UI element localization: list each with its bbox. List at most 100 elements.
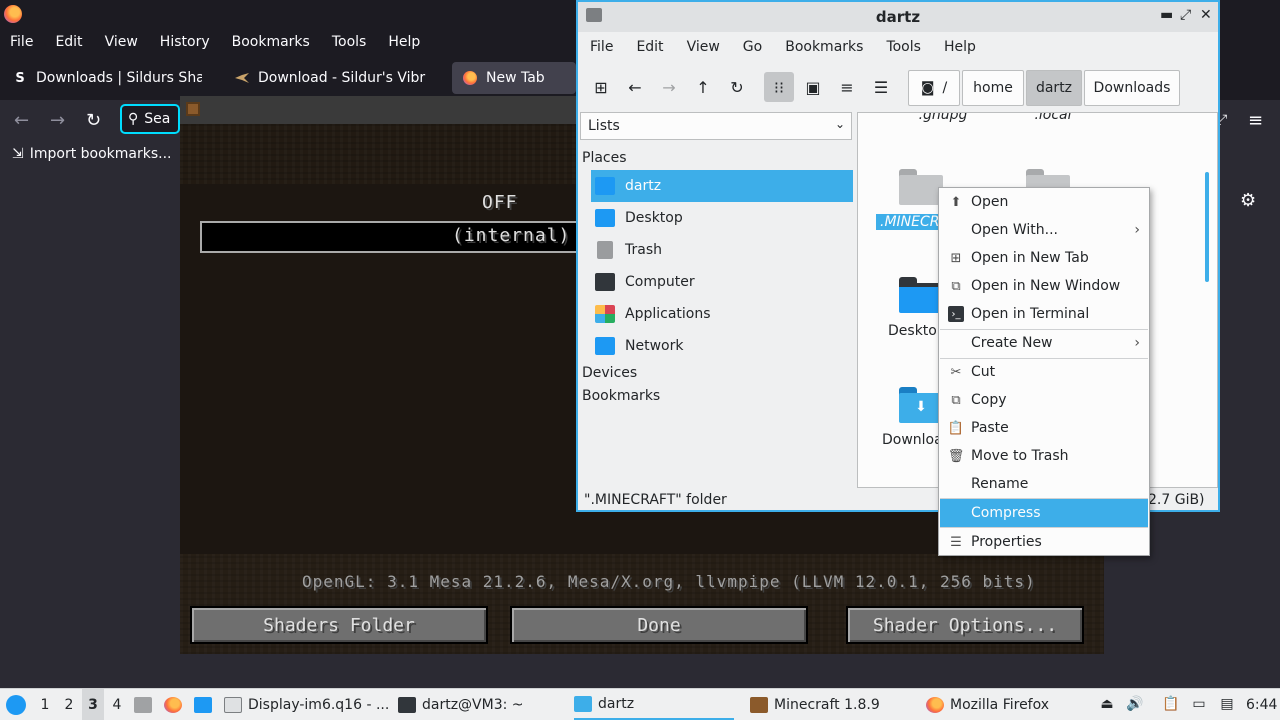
fm-toolbar: ⊞ ← → ↑ ↻ ⁝⁝ ▣ ≡ ☰ ◙ / home dartz Downlo… — [578, 66, 1218, 106]
menu-item-compress[interactable]: Compress — [940, 499, 1148, 527]
downloads-folder-icon[interactable]: ⬇ — [899, 387, 943, 423]
shaders-folder-button[interactable]: Shaders Folder — [190, 606, 488, 644]
place-network[interactable]: Network — [591, 330, 853, 362]
hamburger-menu-icon[interactable]: ≡ — [1248, 110, 1263, 131]
bookmarks-header[interactable]: Bookmarks — [582, 388, 660, 404]
firefox-menu-edit[interactable]: Edit — [55, 34, 82, 50]
place-computer[interactable]: Computer — [591, 266, 853, 298]
menu-item-cut[interactable]: ✂ Cut — [940, 358, 1148, 386]
menu-item-open-new-tab[interactable]: ⊞ Open in New Tab — [940, 244, 1148, 272]
breadcrumb-root[interactable]: ◙ / — [908, 70, 960, 106]
firefox-menu-tools[interactable]: Tools — [332, 34, 367, 50]
task-minecraft[interactable]: Minecraft 1.8.9 — [750, 689, 880, 720]
removable-media-icon[interactable]: ⏏ — [1098, 695, 1116, 713]
breadcrumb-downloads[interactable]: Downloads — [1084, 70, 1180, 106]
firefox-menu-history[interactable]: History — [160, 34, 210, 50]
task-label: Minecraft 1.8.9 — [774, 697, 880, 713]
workspace-4[interactable]: 4 — [106, 689, 128, 720]
fm-menu-view[interactable]: View — [687, 39, 720, 55]
shader-options-button[interactable]: Shader Options... — [846, 606, 1084, 644]
menu-item-open[interactable]: ⬆ Open — [940, 188, 1148, 216]
clock[interactable]: 6:44 — [1246, 689, 1277, 720]
breadcrumb-dartz[interactable]: dartz — [1026, 70, 1082, 106]
volume-icon[interactable]: 🔊 — [1126, 695, 1144, 713]
place-applications[interactable]: Applications — [591, 298, 853, 330]
firefox-menu-help[interactable]: Help — [388, 34, 420, 50]
tab-sildurs-vibrant[interactable]: Download - Sildur's Vibra — [234, 62, 426, 94]
place-trash[interactable]: Trash — [591, 234, 853, 266]
clipboard-icon[interactable]: 📋 — [1162, 695, 1180, 713]
workspace-1[interactable]: 1 — [34, 689, 56, 720]
file-local[interactable]: .local — [1008, 113, 1098, 123]
reload-icon[interactable]: ↻ — [722, 72, 752, 102]
workspace-3[interactable]: 3 — [82, 689, 104, 720]
task-terminal[interactable]: dartz@VM3: ~ — [398, 689, 524, 720]
menu-item-move-to-trash[interactable]: 🗑 Move to Trash — [940, 442, 1148, 470]
network-tray-icon[interactable]: ▭ — [1190, 695, 1208, 713]
reload-icon[interactable]: ↻ — [86, 110, 101, 131]
quicklaunch-firefox[interactable] — [164, 689, 188, 720]
minimize-icon[interactable]: ▬ — [1160, 7, 1173, 23]
close-icon[interactable]: ✕ — [1200, 7, 1212, 23]
terminal-icon: ›_ — [948, 306, 964, 322]
up-arrow-icon[interactable]: ↑ — [688, 72, 718, 102]
menu-item-properties[interactable]: ☰ Properties — [940, 528, 1148, 556]
url-search-input[interactable]: ⚲ Sea — [120, 104, 180, 134]
start-menu-button[interactable] — [6, 689, 26, 720]
task-file-manager[interactable]: dartz — [574, 689, 734, 720]
maximize-icon[interactable]: ⤢ — [1180, 7, 1191, 23]
thumbnail-view-icon[interactable]: ▣ — [798, 72, 828, 102]
file-minecraft[interactable]: .MINECRA — [876, 214, 949, 230]
menu-item-create-new[interactable]: Create New › — [940, 329, 1148, 357]
firefox-menu-file[interactable]: File — [10, 34, 33, 50]
fm-menu-help[interactable]: Help — [944, 39, 976, 55]
menu-item-open-with[interactable]: Open With... › — [940, 216, 1148, 244]
file-gnupg[interactable]: .gnupg — [898, 113, 988, 123]
new-tab-icon[interactable]: ⊞ — [586, 72, 616, 102]
done-button[interactable]: Done — [510, 606, 808, 644]
workspace-2[interactable]: 2 — [58, 689, 80, 720]
menu-item-open-new-window[interactable]: ⧉ Open in New Window — [940, 272, 1148, 300]
place-desktop[interactable]: Desktop — [591, 202, 853, 234]
detailed-list-icon[interactable]: ☰ — [866, 72, 896, 102]
tab-new-tab[interactable]: New Tab — [452, 62, 576, 94]
menu-item-paste[interactable]: 📋 Paste — [940, 414, 1148, 442]
back-arrow-icon[interactable]: ← — [620, 72, 650, 102]
fm-menu-tools[interactable]: Tools — [886, 39, 921, 55]
forward-arrow-icon[interactable]: → — [50, 110, 65, 131]
fm-menu-edit[interactable]: Edit — [636, 39, 663, 55]
quicklaunch-desktop[interactable] — [194, 689, 218, 720]
file-view-scrollbar[interactable] — [1205, 172, 1209, 282]
chevron-right-icon: › — [1134, 335, 1140, 351]
show-desktop-icon[interactable]: ▤ — [1218, 695, 1236, 713]
fm-menu-bookmarks[interactable]: Bookmarks — [785, 39, 863, 55]
firefox-menu-bookmarks[interactable]: Bookmarks — [232, 34, 310, 50]
back-arrow-icon[interactable]: ← — [14, 110, 29, 131]
context-menu: ⬆ Open Open With... › ⊞ Open in New Tab … — [938, 187, 1150, 556]
compact-view-icon[interactable]: ≡ — [832, 72, 862, 102]
firefox-menu-view[interactable]: View — [105, 34, 138, 50]
menu-item-copy[interactable]: ⧉ Copy — [940, 386, 1148, 414]
menu-item-rename[interactable]: Rename — [940, 470, 1148, 498]
tab-sildurs-downloads[interactable]: S Downloads | Sildurs Shad — [12, 62, 202, 94]
icon-view-icon[interactable]: ⁝⁝ — [764, 72, 794, 102]
places-header[interactable]: Places — [582, 150, 627, 166]
mc-selected-pack[interactable]: (internal) — [200, 221, 600, 253]
fm-menu-go[interactable]: Go — [743, 39, 762, 55]
fm-menu-file[interactable]: File — [590, 39, 613, 55]
desktop-folder-icon[interactable] — [899, 277, 943, 313]
import-bookmarks-link[interactable]: Import bookmarks... — [30, 146, 172, 162]
minecraft-folder-icon[interactable] — [899, 169, 943, 205]
gear-icon[interactable]: ⚙ — [1240, 190, 1256, 211]
new-window-icon: ⧉ — [951, 278, 961, 294]
task-display[interactable]: Display-im6.q16 - ... — [224, 689, 389, 720]
side-pane-mode-select[interactable]: Lists ⌄ — [580, 112, 852, 140]
task-firefox[interactable]: Mozilla Firefox — [926, 689, 1049, 720]
trash-icon: 🗑 — [947, 448, 965, 464]
forward-arrow-icon[interactable]: → — [654, 72, 684, 102]
place-dartz[interactable]: dartz — [591, 170, 853, 202]
menu-item-open-terminal[interactable]: ›_ Open in Terminal — [940, 300, 1148, 328]
breadcrumb-home[interactable]: home — [962, 70, 1024, 106]
devices-header[interactable]: Devices — [582, 365, 637, 381]
quicklaunch-files[interactable] — [134, 689, 158, 720]
